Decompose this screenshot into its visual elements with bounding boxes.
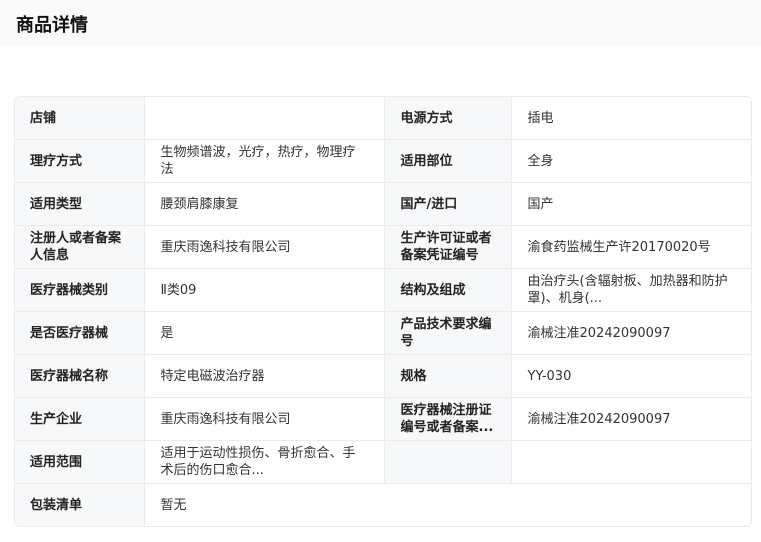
spec-row: 适用范围 适用于运动性损伤、骨折愈合、手术后的伤口愈合... — [15, 440, 751, 484]
spec-label: 结构及组成 — [383, 268, 511, 312]
spec-label: 注册人或者备案人信息 — [15, 225, 144, 269]
spec-value-text: 由治疗头(含辐射板、加热器和防护罩)、机身(... — [527, 274, 728, 306]
spec-value: 插电 — [510, 97, 751, 140]
spec-label: 适用部位 — [383, 139, 511, 183]
spec-label: 规格 — [383, 354, 511, 398]
spec-value-text: 生物频谱波，光疗，热疗，物理疗法 — [160, 145, 356, 177]
spec-value: 重庆雨逸科技有限公司 — [143, 225, 384, 269]
spec-value: 暂无 — [143, 483, 751, 526]
spec-label: 适用范围 — [15, 440, 144, 484]
spec-value: 适用于运动性损伤、骨折愈合、手术后的伤口愈合... — [143, 440, 384, 484]
spec-value: 渝械注准20242090097 — [510, 311, 751, 355]
spec-label: 适用类型 — [15, 182, 144, 226]
spec-row: 医疗器械类别 Ⅱ类09 结构及组成 由治疗头(含辐射板、加热器和防护罩)、机身(… — [15, 268, 751, 312]
spec-label: 医疗器械名称 — [15, 354, 144, 398]
spec-value: 国产 — [510, 182, 751, 226]
spec-label: 店铺 — [15, 97, 144, 140]
spec-label-text: 产品技术要求编号 — [400, 317, 492, 349]
store-name-redacted — [160, 101, 361, 135]
spec-empty-cell — [510, 440, 751, 484]
spec-value: 渝食药监械生产许20170020号 — [510, 225, 751, 269]
product-spec-table: 店铺 电源方式 插电 理疗方式 生物频谱波，光疗，热疗，物理疗法 适用部位 全身… — [14, 96, 752, 527]
spec-label-text: 注册人或者备案人信息 — [30, 231, 122, 263]
spec-label: 是否医疗器械 — [15, 311, 144, 355]
spec-value: YY-030 — [510, 354, 751, 398]
spec-value-text: 适用于运动性损伤、骨折愈合、手术后的伤口愈合... — [160, 446, 356, 478]
spec-value: 重庆雨逸科技有限公司 — [143, 397, 384, 441]
spec-value: 全身 — [510, 139, 751, 183]
spec-row: 医疗器械名称 特定电磁波治疗器 规格 YY-030 — [15, 354, 751, 398]
spec-label-text: 生产许可证或者备案凭证编号 — [400, 231, 492, 263]
page-header: 商品详情 — [0, 0, 761, 46]
spec-empty-cell — [383, 440, 511, 484]
spec-value: 腰颈肩膝康复 — [143, 182, 384, 226]
spec-value: 生物频谱波，光疗，热疗，物理疗法 — [143, 139, 384, 183]
spec-value: 特定电磁波治疗器 — [143, 354, 384, 398]
spec-label: 国产/进口 — [383, 182, 511, 226]
spec-label: 医疗器械注册证编号或者备案... — [383, 397, 511, 441]
spec-label: 生产许可证或者备案凭证编号 — [383, 225, 511, 269]
spec-label: 电源方式 — [383, 97, 511, 140]
spec-row: 注册人或者备案人信息 重庆雨逸科技有限公司 生产许可证或者备案凭证编号 渝食药监… — [15, 225, 751, 269]
spec-row: 理疗方式 生物频谱波，光疗，热疗，物理疗法 适用部位 全身 — [15, 139, 751, 183]
spec-label: 医疗器械类别 — [15, 268, 144, 312]
spec-label-text: 医疗器械注册证编号或者备案... — [400, 403, 494, 435]
store-value — [143, 97, 384, 140]
spec-label: 生产企业 — [15, 397, 144, 441]
spec-row: 是否医疗器械 是 产品技术要求编号 渝械注准20242090097 — [15, 311, 751, 355]
spec-label: 产品技术要求编号 — [383, 311, 511, 355]
spec-row: 生产企业 重庆雨逸科技有限公司 医疗器械注册证编号或者备案... 渝械注准202… — [15, 397, 751, 441]
spec-value: 是 — [143, 311, 384, 355]
spec-row: 店铺 电源方式 插电 — [15, 97, 751, 140]
page-title: 商品详情 — [16, 15, 88, 36]
spec-row: 适用类型 腰颈肩膝康复 国产/进口 国产 — [15, 182, 751, 226]
spec-value: Ⅱ类09 — [143, 268, 384, 312]
spec-value: 渝械注准20242090097 — [510, 397, 751, 441]
spec-label: 包装清单 — [15, 483, 144, 526]
spec-row: 包装清单 暂无 — [15, 483, 751, 526]
spec-label: 理疗方式 — [15, 139, 144, 183]
spec-value: 由治疗头(含辐射板、加热器和防护罩)、机身(... — [510, 268, 751, 312]
